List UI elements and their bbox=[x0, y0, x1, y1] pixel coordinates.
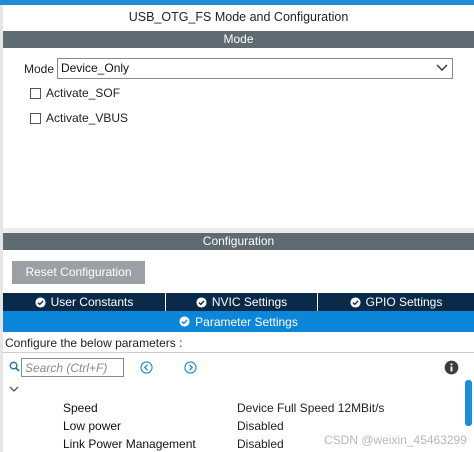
tab-parameter-settings-label: Parameter Settings bbox=[195, 314, 298, 329]
tab-gpio-settings[interactable]: GPIO Settings bbox=[318, 293, 474, 311]
parameter-name: Link Power Management bbox=[63, 437, 196, 451]
tab-user-constants-label: User Constants bbox=[50, 295, 134, 309]
chevron-down-icon bbox=[436, 64, 448, 71]
mode-section-header: Mode bbox=[3, 31, 474, 48]
tab-nvic-settings-label: NVIC Settings bbox=[211, 295, 288, 309]
activate-vbus-label: Activate_VBUS bbox=[46, 111, 129, 125]
search-icon bbox=[9, 361, 20, 372]
check-circle-icon bbox=[179, 316, 190, 327]
parameter-name: Low power bbox=[63, 419, 122, 433]
parameter-value[interactable]: Disabled bbox=[237, 436, 284, 452]
activate-sof-checkbox[interactable] bbox=[30, 87, 41, 99]
activate-vbus-checkbox-row[interactable]: Activate_VBUS bbox=[30, 111, 128, 125]
configuration-section-header: Configuration bbox=[3, 233, 474, 250]
tab-user-constants[interactable]: User Constants bbox=[3, 293, 166, 311]
parameter-value[interactable]: Device Full Speed 12MBit/s bbox=[237, 400, 384, 416]
vertical-scrollbar[interactable] bbox=[465, 380, 472, 426]
mode-configuration-window: USB_OTG_FS Mode and Configuration Mode M… bbox=[0, 0, 474, 452]
mode-label: Mode bbox=[24, 62, 55, 76]
check-circle-icon bbox=[350, 296, 361, 308]
configure-instructions: Configure the below parameters : bbox=[5, 336, 183, 350]
parameter-row-speed[interactable]: Speed Device Full Speed 12MBit/s bbox=[63, 400, 463, 418]
watermark-text: CSDN @weixin_45463299 bbox=[324, 433, 467, 447]
arrow-right-circle-icon[interactable] bbox=[184, 361, 197, 374]
search-input[interactable] bbox=[21, 358, 124, 377]
arrow-left-circle-icon[interactable] bbox=[140, 361, 153, 374]
window-title: USB_OTG_FS Mode and Configuration bbox=[3, 5, 474, 29]
tab-gpio-settings-label: GPIO Settings bbox=[365, 295, 443, 309]
check-circle-icon bbox=[196, 296, 207, 308]
check-circle-icon bbox=[35, 296, 46, 308]
chevron-collapse-icon[interactable] bbox=[9, 385, 19, 393]
activate-sof-label: Activate_SOF bbox=[46, 86, 121, 100]
parameter-value[interactable]: Disabled bbox=[237, 418, 284, 434]
info-icon[interactable] bbox=[444, 360, 459, 375]
tab-nvic-settings[interactable]: NVIC Settings bbox=[166, 293, 318, 311]
config-tabs: User Constants NVIC Settings GPIO Settin… bbox=[3, 293, 474, 311]
mode-select[interactable]: Device_Only bbox=[57, 58, 453, 79]
parameter-name: Speed bbox=[63, 401, 98, 415]
tab-parameter-settings[interactable]: Parameter Settings bbox=[3, 311, 474, 332]
reset-configuration-button[interactable]: Reset Configuration bbox=[12, 261, 145, 284]
mode-select-value: Device_Only bbox=[61, 61, 130, 75]
activate-sof-checkbox-row[interactable]: Activate_SOF bbox=[30, 86, 120, 100]
configure-divider bbox=[3, 352, 474, 353]
activate-vbus-checkbox[interactable] bbox=[30, 112, 41, 124]
